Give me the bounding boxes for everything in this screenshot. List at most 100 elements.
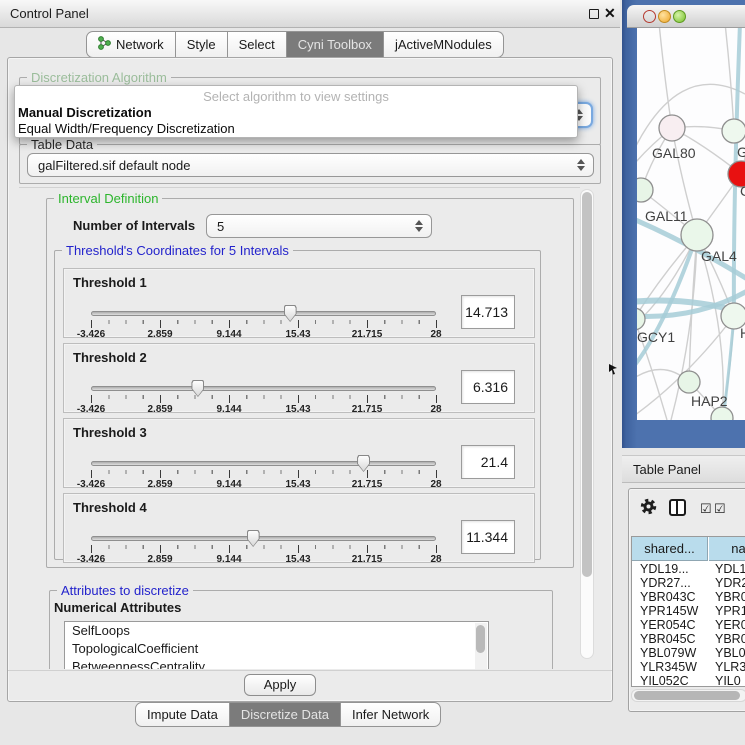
network-icon xyxy=(98,36,111,53)
tab-select[interactable]: Select xyxy=(228,31,287,58)
table-row[interactable]: YIL052CYIL0 xyxy=(632,675,745,687)
interval-definition-group-label: Interval Definition xyxy=(54,191,162,206)
checkbox-select-all-icon[interactable]: ☑ xyxy=(714,501,726,517)
slider-track xyxy=(91,536,436,541)
network-edge xyxy=(659,28,672,128)
tab-infer-network[interactable]: Infer Network xyxy=(341,702,441,727)
minimize-traffic-light-icon[interactable] xyxy=(658,10,671,23)
columns-icon[interactable] xyxy=(669,499,686,516)
number-of-intervals-label: Number of Intervals xyxy=(73,218,195,233)
float-window-icon[interactable] xyxy=(589,9,599,19)
table-horizontal-scrollbar[interactable] xyxy=(631,689,745,702)
threshold-3-value-field[interactable]: 21.4 xyxy=(461,445,515,479)
table-row[interactable]: YPR145WYPR1 xyxy=(632,605,745,619)
list-item[interactable]: TopologicalCoefficient xyxy=(65,640,488,658)
network-edge xyxy=(725,28,734,131)
cyni-toolbox-content: Discretization Algorithm Select algorith… xyxy=(7,57,613,702)
network-canvas[interactable]: GAL80GACGAL11GAL4GCY1HHAP2 xyxy=(637,28,745,420)
control-panel-window: Control Panel ✕ Network Style Select Cyn… xyxy=(0,0,620,745)
table-data-combobox[interactable]: galFiltered.sif default node xyxy=(27,153,594,177)
threshold-2-value-field[interactable]: 6.316 xyxy=(461,370,515,404)
settings-scrollbar[interactable] xyxy=(580,189,594,659)
table-row[interactable]: YBR043CYBR0 xyxy=(632,591,745,605)
threshold-panel-4: Threshold 4 -3.426 2.859 9.144 15.43 21.… xyxy=(63,493,535,563)
attributes-list-scrollbar[interactable] xyxy=(475,623,487,669)
threshold-1-label: Threshold 1 xyxy=(73,275,147,290)
combo-arrows-icon xyxy=(577,159,585,171)
mouse-cursor xyxy=(609,362,618,380)
column-header-shared[interactable]: shared... xyxy=(632,537,708,561)
network-node[interactable] xyxy=(637,178,653,202)
scrollbar-thumb[interactable] xyxy=(582,192,592,577)
apply-row: Apply xyxy=(8,670,612,701)
checkbox-select-icon[interactable]: ☑ xyxy=(700,501,712,517)
apply-button[interactable]: Apply xyxy=(244,674,316,696)
threshold-4-value-field[interactable]: 11.344 xyxy=(461,520,515,554)
network-node-label: HAP2 xyxy=(691,393,728,409)
table-row[interactable]: YDR27...YDR2 xyxy=(632,577,745,591)
network-node-label: GAL80 xyxy=(652,145,696,161)
table-row[interactable]: YER054CYER0 xyxy=(632,619,745,633)
tab-discretize-data[interactable]: Discretize Data xyxy=(230,702,341,727)
table-row[interactable]: YDL19...YDL1 xyxy=(632,563,745,577)
table-panel: ☑ ☑ shared... na YDL19...YDL1 YDR27...YD… xyxy=(628,488,745,712)
network-node[interactable] xyxy=(722,119,745,143)
dropdown-option-manual-discretization[interactable]: Manual Discretization xyxy=(18,105,152,120)
threshold-3-label: Threshold 3 xyxy=(73,425,147,440)
numerical-attributes-label: Numerical Attributes xyxy=(54,600,181,615)
scrollbar-thumb[interactable] xyxy=(634,691,740,700)
list-item[interactable]: BetweennessCentrality xyxy=(65,658,488,669)
table-panel-titlebar: Table Panel xyxy=(622,455,745,483)
threshold-2-label: Threshold 2 xyxy=(73,350,147,365)
network-node[interactable] xyxy=(678,371,700,393)
table-panel-title: Table Panel xyxy=(633,462,701,477)
network-node[interactable] xyxy=(659,115,685,141)
dropdown-option-equal-width-frequency[interactable]: Equal Width/Frequency Discretization xyxy=(18,121,235,136)
threshold-panel-3: Threshold 3 -3.426 2.859 9.144 15.43 21.… xyxy=(63,418,535,488)
tab-network-label: Network xyxy=(116,37,164,52)
tab-cyni-toolbox[interactable]: Cyni Toolbox xyxy=(287,31,384,58)
tab-jactivemnodules[interactable]: jActiveMNodules xyxy=(384,31,504,58)
slider-track xyxy=(91,386,436,391)
gear-icon[interactable] xyxy=(639,497,658,521)
top-tab-bar: Network Style Select Cyni Toolbox jActiv… xyxy=(86,31,504,58)
scrollbar-thumb[interactable] xyxy=(476,625,485,653)
table-row[interactable]: YBR045CYBR0 xyxy=(632,633,745,647)
table-data-value: galFiltered.sif default node xyxy=(28,158,593,173)
table-toolbar: ☑ ☑ xyxy=(629,489,745,535)
number-of-intervals-value: 5 xyxy=(207,219,431,234)
tab-style[interactable]: Style xyxy=(176,31,228,58)
column-header-name[interactable]: na xyxy=(709,537,745,561)
slider-scale-labels: -3.426 2.859 9.144 15.43 21.715 28 xyxy=(91,327,436,339)
bottom-tab-bar: Impute Data Discretize Data Infer Networ… xyxy=(135,702,441,727)
network-view-window: GAL80GACGAL11GAL4GCY1HHAP2 xyxy=(622,0,745,448)
table-row[interactable]: YLR345WYLR3 xyxy=(632,661,745,675)
threshold-4-label: Threshold 4 xyxy=(73,500,147,515)
zoom-traffic-light-icon[interactable] xyxy=(673,10,686,23)
list-item[interactable]: SelfLoops xyxy=(65,622,488,640)
network-node-label: C xyxy=(740,183,745,199)
network-node-label: GA xyxy=(737,144,745,160)
table-data-group-label: Table Data xyxy=(27,137,97,152)
threshold-coordinates-group: Threshold's Coordinates for 5 Intervals … xyxy=(54,250,541,560)
slider-track xyxy=(91,461,436,466)
network-node-label: H xyxy=(740,325,745,341)
tab-network[interactable]: Network xyxy=(86,31,176,58)
table-row[interactable]: YBL079WYBL0 xyxy=(632,647,745,661)
network-node-label: GCY1 xyxy=(637,329,675,345)
numerical-attributes-list[interactable]: SelfLoops TopologicalCoefficient Between… xyxy=(64,621,489,669)
threshold-panel-2: Threshold 2 -3.426 2.859 9.144 15.43 21.… xyxy=(63,343,535,413)
attributes-group-label: Attributes to discretize xyxy=(57,583,193,598)
threshold-1-value-field[interactable]: 14.713 xyxy=(461,295,515,329)
slider-track xyxy=(91,311,436,316)
network-node[interactable] xyxy=(637,308,645,330)
number-of-intervals-combobox[interactable]: 5 xyxy=(206,214,432,238)
dropdown-hint: Select algorithm to view settings xyxy=(15,89,577,104)
node-attribute-table: shared... na YDL19...YDL1 YDR27...YDR2 Y… xyxy=(631,536,745,687)
slider-scale-labels: -3.426 2.859 9.144 15.43 21.715 28 xyxy=(91,477,436,489)
threshold-coordinates-group-label: Threshold's Coordinates for 5 Intervals xyxy=(62,243,293,258)
network-node-label: GAL11 xyxy=(645,208,688,224)
tab-impute-data[interactable]: Impute Data xyxy=(135,702,230,727)
close-icon[interactable]: ✕ xyxy=(604,5,616,22)
close-traffic-light-icon[interactable] xyxy=(643,10,656,23)
